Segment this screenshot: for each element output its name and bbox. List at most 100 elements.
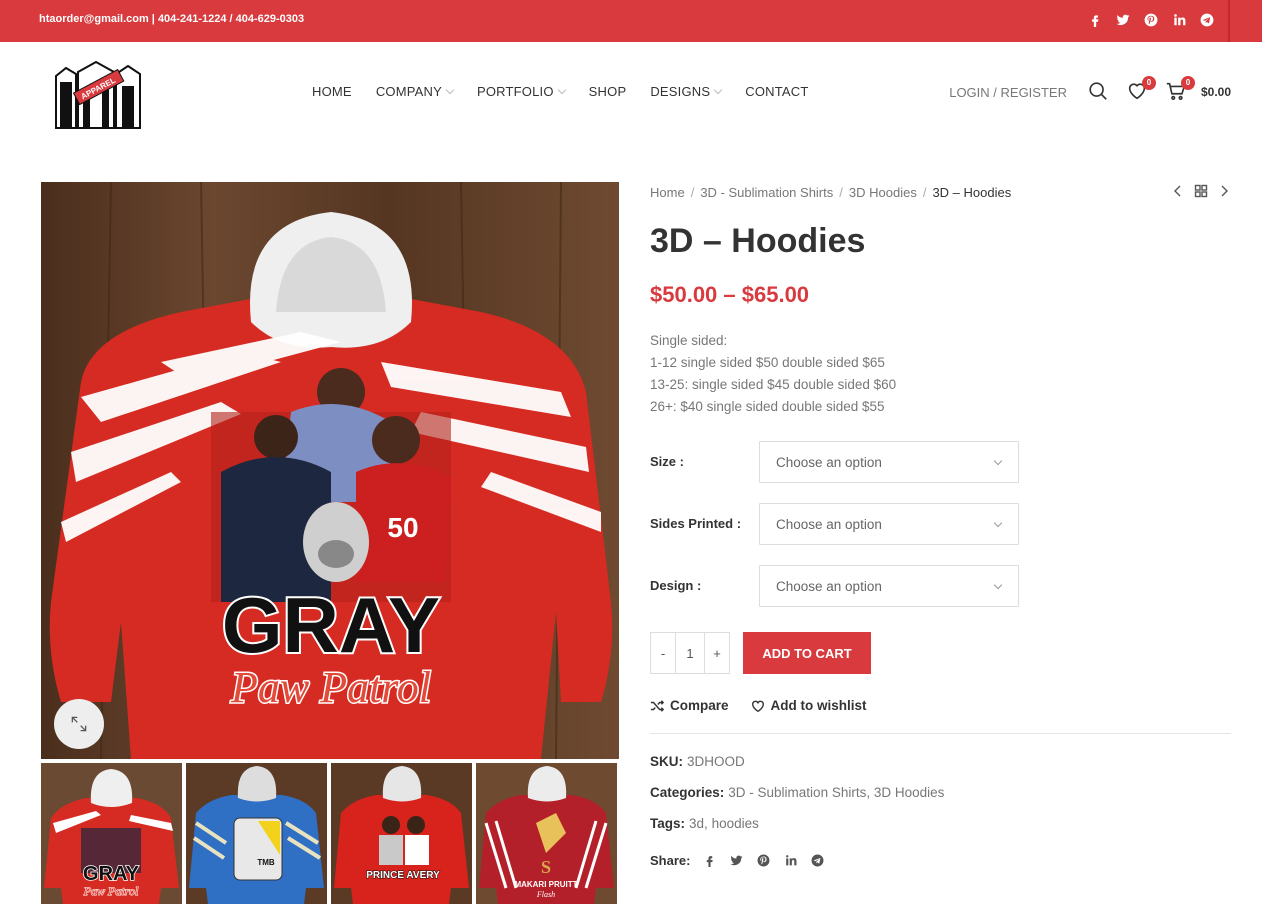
wishlist-count-badge: 0: [1141, 76, 1156, 90]
thumbnail-1[interactable]: GRAY Paw Patrol: [41, 763, 182, 904]
pinterest-icon[interactable]: [1143, 12, 1158, 28]
product-main-image[interactable]: 50 GRAY Paw Patrol: [41, 182, 619, 759]
chevron-down-icon: [993, 580, 1003, 590]
hoodie-illustration: 50 GRAY Paw Patrol: [41, 182, 619, 759]
nav-designs[interactable]: DESIGNS: [650, 84, 723, 99]
variation-size: Size : Choose an option: [650, 441, 1020, 483]
thumb-4-text: MAKARI PRUITT: [514, 880, 577, 889]
description-line: Single sided:: [650, 333, 728, 348]
facebook-icon[interactable]: [1087, 12, 1102, 28]
thumbnail-3[interactable]: PRINCE AVERY: [331, 763, 472, 904]
expand-icon[interactable]: [54, 699, 104, 749]
chevron-right-icon[interactable]: [1217, 184, 1231, 198]
compare-label: Compare: [670, 698, 729, 713]
breadcrumb-home[interactable]: Home: [650, 185, 685, 200]
grid-icon[interactable]: [1194, 184, 1208, 198]
contact-info: htaorder@gmail.com | 404-241-1224 / 404-…: [39, 13, 305, 25]
chevron-left-icon[interactable]: [1171, 184, 1185, 198]
header-tools: LOGIN / REGISTER 0 0 $0.00: [949, 76, 1231, 104]
tag-link[interactable]: hoodies: [712, 816, 759, 831]
telegram-icon[interactable]: [1199, 12, 1214, 28]
breadcrumb-sep: /: [839, 185, 843, 200]
size-select[interactable]: Choose an option: [759, 441, 1019, 483]
nav-portfolio-label: PORTFOLIO: [476, 84, 554, 99]
sku-label: SKU:: [650, 754, 683, 769]
breadcrumb: Home / 3D - Sublimation Shirts / 3D Hoodie…: [650, 185, 1011, 200]
product-actions: Compare Add to wishlist: [650, 698, 867, 713]
product-title: 3D – Hoodies: [650, 222, 866, 260]
nav-home[interactable]: HOME: [312, 84, 352, 99]
sides-printed-select[interactable]: Choose an option: [759, 503, 1019, 545]
nav-home-label: HOME: [312, 84, 352, 99]
size-label: Size :: [650, 454, 684, 469]
pinterest-icon[interactable]: [755, 852, 771, 868]
thumb-2-text: TMB: [257, 858, 275, 867]
design-select[interactable]: Choose an option: [759, 565, 1019, 607]
nav-contact[interactable]: CONTACT: [745, 84, 808, 99]
description-line: 1-12 single sided $50 double sided $65: [650, 355, 885, 370]
quantity-decrease-button[interactable]: -: [651, 633, 676, 673]
twitter-icon[interactable]: [728, 852, 744, 868]
search-icon[interactable]: [1087, 80, 1111, 104]
site-logo[interactable]: APPAREL: [52, 58, 144, 130]
categories-label: Categories:: [650, 785, 725, 800]
product-thumbnails: GRAY Paw Patrol TMB PRINCE AVERY S MAKAR…: [41, 763, 617, 904]
topbar-divider: [1228, 0, 1230, 42]
thumb-1-text-2: Paw Patrol: [83, 884, 139, 898]
share-label: Share:: [650, 852, 691, 868]
cart-icon[interactable]: 0: [1165, 76, 1195, 104]
wishlist-icon[interactable]: 0: [1126, 76, 1156, 104]
variation-design: Design : Choose an option: [650, 565, 1020, 607]
sku-value: 3DHOOD: [687, 754, 745, 769]
cart-total[interactable]: $0.00: [1201, 85, 1231, 99]
description-line: 26+: $40 single sided double sided $55: [650, 399, 885, 414]
login-register-link[interactable]: LOGIN / REGISTER: [949, 85, 1067, 100]
cart-count-badge: 0: [1180, 76, 1195, 90]
nav-shop[interactable]: SHOP: [589, 84, 627, 99]
linkedin-icon[interactable]: [782, 852, 798, 868]
nav-portfolio[interactable]: PORTFOLIO: [476, 84, 566, 99]
facebook-icon[interactable]: [701, 852, 717, 868]
chevron-down-icon: [714, 85, 723, 95]
chevron-down-icon: [445, 85, 455, 95]
svg-text:50: 50: [387, 512, 418, 543]
nav-shop-label: SHOP: [588, 84, 627, 99]
svg-text:S: S: [541, 857, 551, 877]
tag-link[interactable]: 3d: [689, 816, 704, 831]
social-links: [1087, 12, 1214, 28]
tags-label: Tags:: [650, 816, 686, 831]
quantity-input[interactable]: 1: [676, 633, 704, 673]
add-to-wishlist-button[interactable]: Add to wishlist: [751, 698, 867, 713]
thumb-1-text: GRAY: [83, 863, 140, 885]
main-nav: HOME COMPANY PORTFOLIO SHOP DESIGNS CONT…: [312, 84, 833, 99]
sides-printed-label: Sides Printed :: [650, 516, 742, 531]
category-link[interactable]: 3D - Sublimation Shirts: [728, 785, 866, 800]
compare-button[interactable]: Compare: [650, 698, 729, 713]
thumb-4-text-2: Flash: [536, 890, 555, 899]
twitter-icon[interactable]: [1115, 12, 1130, 28]
linkedin-icon[interactable]: [1171, 12, 1186, 28]
breadcrumb-category[interactable]: 3D - Sublimation Shirts: [700, 185, 833, 200]
product-categories: Categories: 3D - Sublimation Shirts, 3D H…: [650, 785, 945, 800]
design-label: Design :: [650, 578, 702, 593]
thumbnail-4[interactable]: S MAKARI PRUITT Flash: [476, 763, 617, 904]
quantity-increase-button[interactable]: +: [704, 633, 729, 673]
breadcrumb-subcategory[interactable]: 3D Hoodies: [849, 185, 917, 200]
description-line: 13-25: single sided $45 double sided $60: [650, 377, 897, 392]
chevron-down-icon: [557, 85, 566, 95]
shuffle-icon: [650, 699, 664, 712]
breadcrumb-sep: /: [690, 185, 695, 200]
nav-company-label: COMPANY: [375, 84, 442, 99]
design-select-value: Choose an option: [776, 579, 882, 594]
variation-sides-printed: Sides Printed : Choose an option: [650, 503, 1020, 545]
category-link[interactable]: 3D Hoodies: [874, 785, 945, 800]
main-image-text-1: GRAY: [222, 581, 440, 669]
product-price: $50.00 – $65.00: [650, 282, 810, 307]
nav-company[interactable]: COMPANY: [375, 84, 455, 99]
divider: [650, 733, 1231, 734]
add-to-cart-button[interactable]: ADD TO CART: [743, 632, 871, 674]
thumbnail-2[interactable]: TMB: [186, 763, 327, 904]
telegram-icon[interactable]: [809, 852, 825, 868]
thumb-3-text: PRINCE AVERY: [366, 870, 440, 881]
product-tags: Tags: 3d, hoodies: [650, 816, 759, 831]
